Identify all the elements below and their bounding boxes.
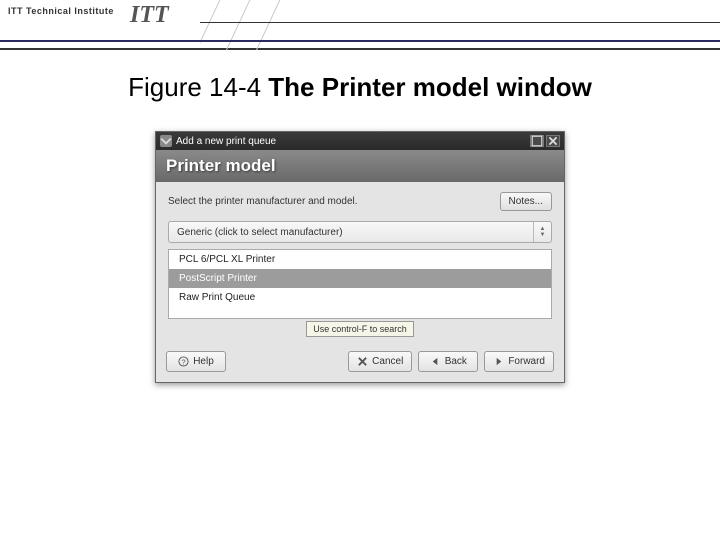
window-title: Add a new print queue [176, 136, 528, 147]
list-item[interactable]: Raw Print Queue [169, 288, 551, 307]
dialog-body: Select the printer manufacturer and mode… [156, 182, 564, 345]
dialog-button-bar: ? Help Cancel Back Forward [156, 345, 564, 382]
back-label: Back [445, 356, 467, 367]
search-tooltip: Use control-F to search [306, 321, 414, 337]
help-icon: ? [178, 356, 189, 367]
instruction-row: Select the printer manufacturer and mode… [168, 192, 552, 211]
printer-model-list[interactable]: PCL 6/PCL XL Printer PostScript Printer … [168, 249, 552, 319]
tooltip-row: Use control-F to search [168, 321, 552, 337]
banner-diagonals [200, 0, 580, 50]
notes-button[interactable]: Notes... [500, 192, 552, 211]
help-label: Help [193, 356, 214, 367]
help-button[interactable]: ? Help [166, 351, 226, 372]
dropdown-stepper-icon: ▲▼ [533, 222, 551, 242]
maximize-button[interactable] [530, 135, 544, 147]
forward-label: Forward [508, 356, 545, 367]
list-item[interactable]: PCL 6/PCL XL Printer [169, 250, 551, 269]
cancel-icon [357, 356, 368, 367]
forward-arrow-icon [493, 356, 504, 367]
manufacturer-dropdown[interactable]: Generic (click to select manufacturer) ▲… [168, 221, 552, 243]
dialog-heading: Printer model [156, 150, 564, 182]
window-menu-icon[interactable] [160, 135, 172, 147]
svg-text:?: ? [182, 357, 186, 366]
back-button[interactable]: Back [418, 351, 478, 372]
cancel-button[interactable]: Cancel [348, 351, 412, 372]
banner-rule-thick [0, 40, 720, 42]
close-button[interactable] [546, 135, 560, 147]
window-titlebar[interactable]: Add a new print queue [156, 132, 564, 150]
figure-title: The Printer model window [268, 72, 592, 102]
institute-name: ITT Technical Institute [8, 6, 114, 16]
itt-logo: ITT [130, 2, 169, 29]
list-item[interactable]: PostScript Printer [169, 269, 551, 288]
printer-model-dialog: Add a new print queue Printer model Sele… [155, 131, 565, 383]
page-banner: ITT Technical Institute ITT [0, 0, 720, 50]
instruction-text: Select the printer manufacturer and mode… [168, 196, 500, 207]
figure-caption: Figure 14-4 The Printer model window [0, 72, 720, 103]
manufacturer-selected: Generic (click to select manufacturer) [169, 227, 533, 238]
banner-rule-thin [200, 22, 720, 23]
cancel-label: Cancel [372, 356, 403, 367]
forward-button[interactable]: Forward [484, 351, 554, 372]
back-arrow-icon [430, 356, 441, 367]
figure-number: Figure 14-4 [128, 72, 268, 102]
button-spacer [232, 351, 342, 372]
